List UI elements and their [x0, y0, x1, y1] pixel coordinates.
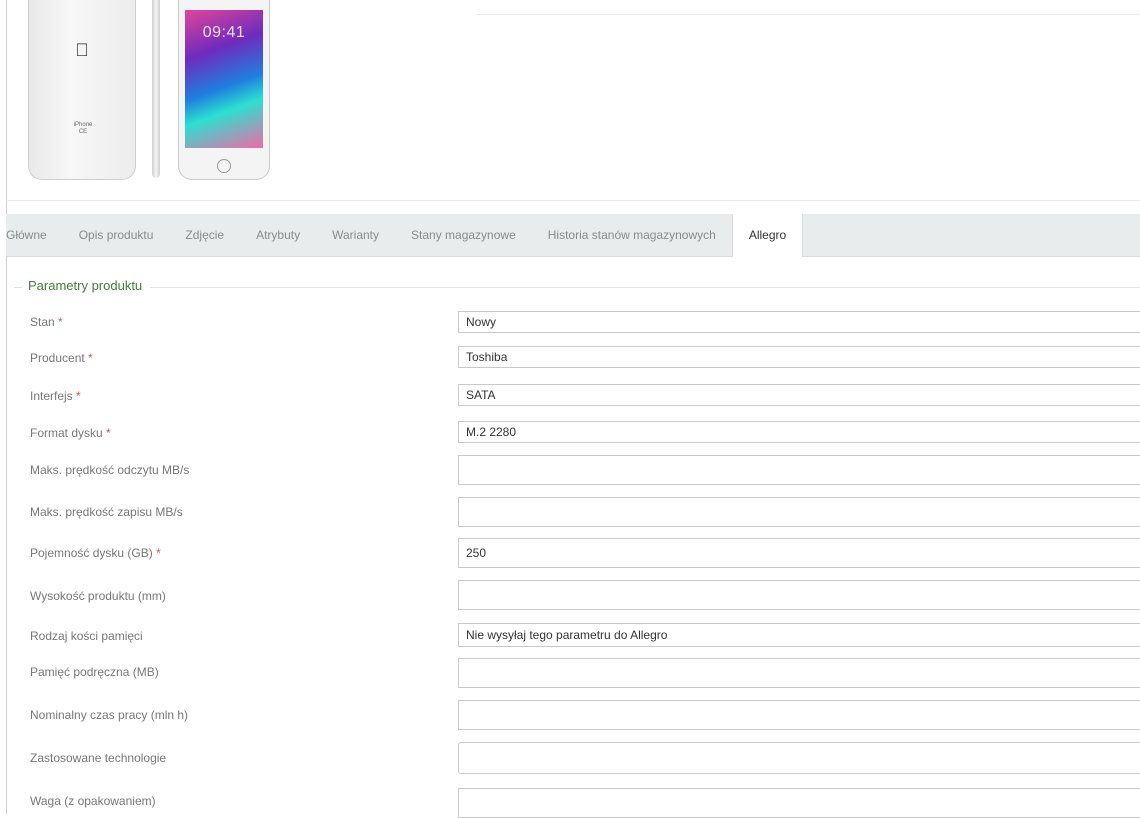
tab-zdjecie[interactable]: Zdjęcie — [169, 214, 240, 256]
tab-atrybuty[interactable]: Atrybuty — [240, 214, 316, 256]
field-label: Waga (z opakowaniem) — [30, 794, 156, 808]
field-label: Nominalny czas pracy (mln h) — [30, 708, 189, 722]
phone-screen: 09:41 — [185, 10, 263, 148]
format-dysku-select[interactable]: M.2 2280 — [458, 421, 1140, 443]
form-row-czas-pracy: Nominalny czas pracy (mln h) — [6, 700, 1140, 730]
form-row-format-dysku: Format dysku * M.2 2280 — [6, 421, 1140, 443]
form-row-rodzaj-kosci: Rodzaj kości pamięci Nie wysyłaj tego pa… — [6, 623, 1140, 647]
form-row-producent: Producent * Toshiba — [6, 346, 1140, 368]
czas-pracy-input[interactable] — [458, 700, 1140, 730]
form-row-interfejs: Interfejs * SATA — [6, 384, 1140, 406]
field-label: Maks. prędkość odczytu MB/s — [30, 463, 190, 477]
product-image-back[interactable]:  iPhone CE — [28, 0, 136, 180]
stan-select[interactable]: Nowy — [458, 311, 1140, 333]
field-label: Pamięć podręczna (MB) — [30, 665, 159, 679]
form-row-wysokosc-produktu: Wysokość produktu (mm) — [6, 580, 1140, 610]
wysokosc-produktu-input[interactable] — [458, 580, 1140, 610]
field-label: Format dysku * — [30, 426, 111, 440]
home-button-icon — [217, 159, 231, 173]
form-row-pojemnosc-dysku: Pojemność dysku (GB) * 250 — [6, 538, 1140, 568]
form-row-waga: Waga (z opakowaniem) — [6, 788, 1140, 818]
tab-warianty[interactable]: Warianty — [316, 214, 395, 256]
pamiec-podreczna-input[interactable] — [458, 658, 1140, 688]
section-title: Parametry produktu — [22, 278, 151, 293]
producent-select[interactable]: Toshiba — [458, 346, 1140, 368]
product-tabs: Główne Opis produktu Zdjęcie Atrybuty Wa… — [6, 214, 1140, 257]
pojemnosc-dysku-input[interactable]: 250 — [458, 538, 1140, 568]
phone-back-label: iPhone CE — [73, 122, 93, 135]
field-label: Stan * — [30, 315, 63, 329]
product-image-gallery:  iPhone CE 09:41 — [6, 0, 1140, 201]
tab-glowne[interactable]: Główne — [6, 214, 63, 256]
predkosc-zapisu-input[interactable] — [458, 497, 1140, 527]
product-image-side[interactable] — [152, 0, 160, 178]
zastosowane-technologie-input[interactable] — [458, 742, 1140, 774]
interfejs-select[interactable]: SATA — [458, 384, 1140, 406]
form-row-zastosowane-technologie: Zastosowane technologie — [6, 742, 1140, 774]
form-row-predkosc-zapisu: Maks. prędkość zapisu MB/s — [6, 497, 1140, 527]
field-label: Maks. prędkość zapisu MB/s — [30, 505, 183, 519]
tab-stany-magazynowe[interactable]: Stany magazynowe — [395, 214, 532, 256]
form-row-pamiec-podreczna: Pamięć podręczna (MB) — [6, 658, 1140, 688]
field-label: Producent * — [30, 351, 93, 365]
field-label: Pojemność dysku (GB) * — [30, 546, 161, 560]
section-divider — [14, 287, 1140, 288]
tab-opis-produktu[interactable]: Opis produktu — [63, 214, 170, 256]
apple-logo-icon:  — [74, 40, 90, 60]
field-label: Zastosowane technologie — [30, 751, 167, 765]
form-row-stan: Stan * Nowy — [6, 311, 1140, 333]
rodzaj-kosci-select[interactable]: Nie wysyłaj tego parametru do Allegro — [458, 623, 1140, 647]
field-label: Interfejs * — [30, 389, 81, 403]
tab-allegro[interactable]: Allegro — [731, 214, 804, 257]
predkosc-odczytu-input[interactable] — [458, 455, 1140, 485]
tab-historia-stanow[interactable]: Historia stanów magazynowych — [532, 214, 732, 256]
product-image-front[interactable]: 09:41 — [178, 0, 270, 180]
form-row-predkosc-odczytu: Maks. prędkość odczytu MB/s — [6, 455, 1140, 485]
field-label: Rodzaj kości pamięci — [30, 629, 143, 643]
image-strip-divider — [476, 0, 1140, 15]
phone-time: 09:41 — [202, 24, 246, 41]
field-label: Wysokość produktu (mm) — [30, 589, 166, 603]
